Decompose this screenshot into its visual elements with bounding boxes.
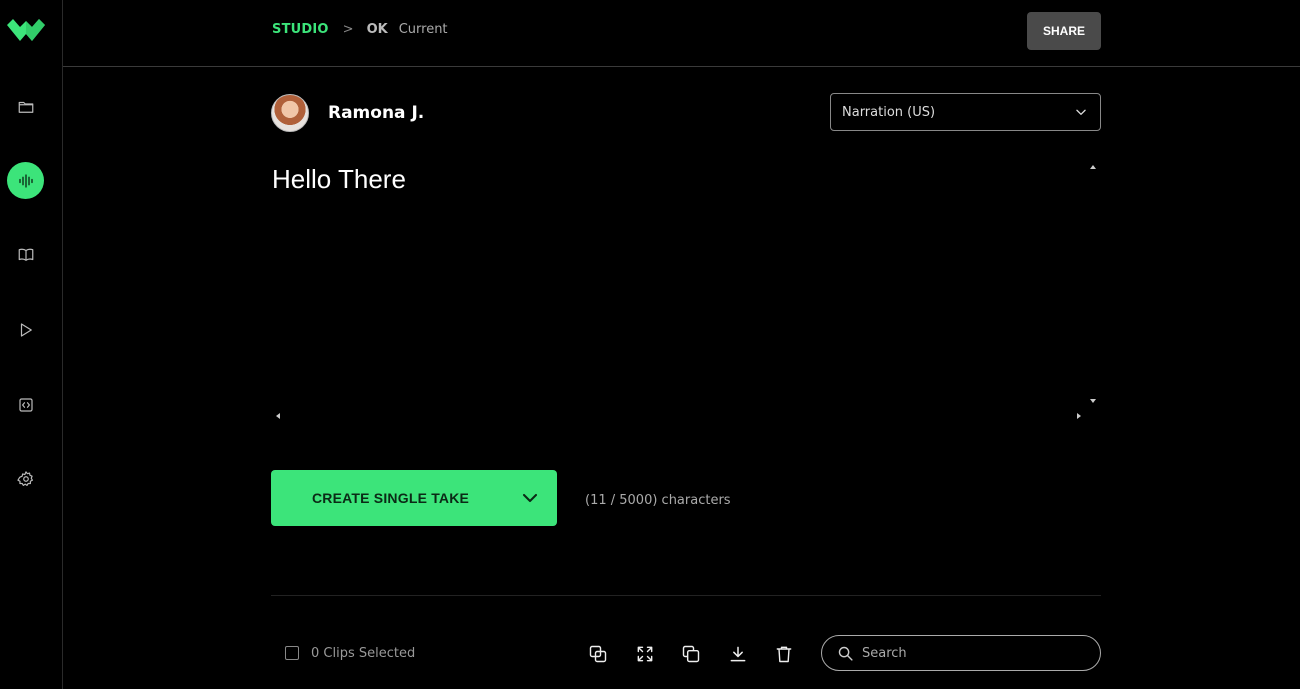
trash-icon [776,646,792,663]
download-icon [730,646,746,662]
sidebar-item-library[interactable] [7,236,44,273]
search-field[interactable] [821,635,1101,671]
sidebar-item-settings[interactable] [7,460,44,497]
search-icon [838,646,853,661]
script-editor[interactable]: Hello There [271,160,1101,425]
chevron-down-icon [1076,109,1086,115]
duplicate-button[interactable] [680,643,702,665]
scroll-left-arrow-icon[interactable] [276,413,280,419]
chevron-down-icon[interactable] [521,489,539,507]
duplicate-icon [682,645,700,663]
scroll-down-arrow-icon[interactable] [1090,399,1096,403]
breadcrumb-separator: > [342,22,354,37]
script-text[interactable]: Hello There [272,164,406,195]
breadcrumb-project-name[interactable]: OK [367,22,388,37]
sidebar-item-player[interactable] [7,311,44,348]
breadcrumb-studio-link[interactable]: STUDIO [272,22,329,37]
gear-icon [16,470,33,486]
sidebar [0,0,63,689]
create-single-take-button[interactable]: CREATE SINGLE TAKE [271,470,557,526]
top-bar: STUDIO > OK Current SHARE [63,0,1300,67]
clips-toolbar: 0 Clips Selected [271,630,1101,675]
code-icon [18,397,33,412]
delete-button[interactable] [773,643,795,665]
expand-icon [637,646,653,662]
voice-style-dropdown[interactable]: Narration (US) [830,93,1101,131]
share-button[interactable]: SHARE [1027,12,1101,50]
sidebar-item-studio[interactable] [7,162,44,199]
download-button[interactable] [727,643,749,665]
sidebar-item-api[interactable] [7,386,44,423]
scroll-up-arrow-icon[interactable] [1090,165,1096,169]
search-input[interactable] [862,645,1082,661]
character-count: (11 / 5000) characters [585,493,731,508]
merge-button[interactable] [587,643,609,665]
voice-name: Ramona J. [328,103,425,123]
voice-style-value: Narration (US) [842,104,936,120]
wave-logo-icon[interactable] [7,19,45,43]
sidebar-item-projects[interactable] [7,88,44,125]
play-icon [20,322,32,337]
expand-button[interactable] [634,643,656,665]
avatar [271,94,309,132]
waveform-icon [18,173,33,188]
merge-icon [589,645,607,663]
breadcrumb: STUDIO > OK Current [272,22,448,37]
breadcrumb-status: Current [398,22,448,37]
divider [271,595,1101,596]
folder-icon [18,101,33,113]
scroll-right-arrow-icon[interactable] [1077,413,1081,419]
create-button-label: CREATE SINGLE TAKE [312,490,470,506]
voice-selector[interactable]: Ramona J. [271,94,424,132]
select-all-checkbox[interactable] [285,646,299,660]
book-icon [18,248,33,261]
clips-selected-label: 0 Clips Selected [311,646,416,661]
